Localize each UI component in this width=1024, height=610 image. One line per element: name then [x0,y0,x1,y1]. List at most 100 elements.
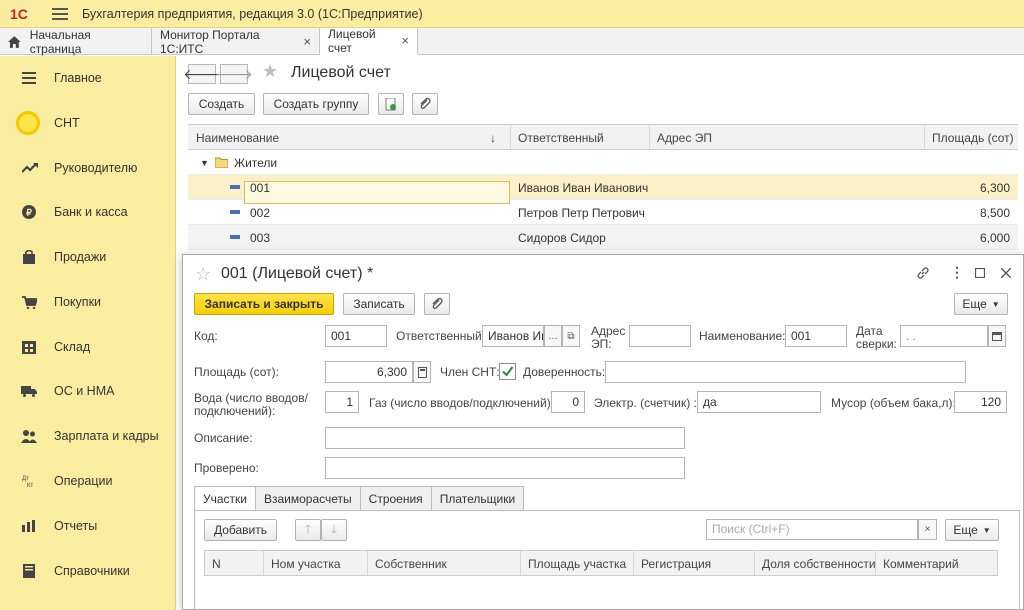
close-icon[interactable] [1001,268,1011,278]
code-field[interactable]: 001 [325,325,387,347]
trash-field[interactable]: 120 [954,391,1007,413]
table-row[interactable]: 002 Петров Петр Петрович 8,500 [188,200,1018,225]
verified-field[interactable] [325,457,685,479]
svg-text:Кт: Кт [27,483,33,488]
sidebar-item-warehouse[interactable]: Склад [0,325,176,369]
gas-field[interactable]: 0 [551,391,585,413]
area-label: Площадь (сот): [194,365,279,379]
sidebar-item-reports[interactable]: Отчеты [0,504,176,548]
table-row[interactable]: 003 Сидоров Сидор 6,000 [188,225,1018,250]
date-field[interactable]: . . [900,325,988,347]
table-row[interactable]: 001 Иванов Иван Иванович 6,300 [188,175,1018,204]
member-label: Член СНТ: [440,365,500,379]
add-button[interactable]: Добавить [204,519,277,541]
sidebar-item-main[interactable]: Главное [0,56,176,100]
sidebar-item-purchases[interactable]: Покупки [0,280,176,324]
water-field[interactable]: 1 [325,391,359,413]
trust-field[interactable] [605,361,966,383]
truck-icon [21,385,37,397]
close-icon[interactable]: × [303,34,311,49]
tab-buildings[interactable]: Строения [359,486,432,510]
sidebar-item-snt[interactable]: СНТ [0,101,176,145]
save-and-close-button[interactable]: Записать и закрыть [194,293,334,315]
sidebar-item-directories[interactable]: Справочники [0,549,176,593]
dropdown-arrow-icon: ▼ [991,299,1000,309]
tab-bar: Начальная страница Монитор Портала 1С:ИТ… [0,27,1024,56]
title-bar: 1С Бухгалтерия предприятия, редакция 3.0… [0,0,1024,28]
sidebar-item-sales[interactable]: Продажи [0,235,176,279]
sidebar-item-label: Операции [54,474,113,488]
sidebar-item-operations[interactable]: Дт Кт Операции [0,459,176,503]
move-down-button[interactable]: 🡓 [321,519,347,541]
row-responsible: Иванов Иван Иванович [518,181,649,195]
column-header-responsible[interactable]: Ответственный [518,131,604,145]
electric-field[interactable]: да [697,391,821,413]
more-button[interactable]: Еще ▼ [954,293,1008,315]
forward-button[interactable]: 🡒 [215,64,253,84]
verified-label: Проверено: [194,461,259,475]
warehouse-icon [22,340,36,354]
tab-its-monitor[interactable]: Монитор Портала 1С:ИТС × [152,27,320,56]
favorite-star-icon[interactable]: ☆ [195,264,211,285]
sidebar-item-label: Склад [54,340,91,354]
attach-button[interactable] [424,293,450,315]
search-clear-icon[interactable]: × [918,519,937,540]
group-row[interactable]: ▼ Жители [188,150,1018,175]
tab-label: Начальная страница [29,27,91,56]
attach-button[interactable] [412,93,438,115]
responsible-select-button[interactable]: … [544,325,562,347]
back-button[interactable]: 🡐 [183,64,221,84]
tab-payers[interactable]: Плательщики [430,486,525,510]
tab-plots[interactable]: Участки [194,486,256,511]
sidebar-item-salary[interactable]: Зарплата и кадры [0,414,176,458]
create-group-button[interactable]: Создать группу [263,93,369,115]
column-header-area[interactable]: Площадь (сот) [932,131,1014,145]
column-header-registration[interactable]: Регистрация [641,557,711,571]
link-icon[interactable] [916,266,930,280]
column-header-ownership-share[interactable]: Доля собственности [762,557,876,571]
column-header-email[interactable]: Адрес ЭП [657,131,712,145]
save-file-button[interactable] [378,93,404,115]
calculator-icon[interactable] [413,361,431,383]
column-header-comment[interactable]: Комментарий [883,557,959,571]
code-label: Код: [194,329,218,343]
snt-circle-icon [16,111,40,135]
favorite-star-icon[interactable]: ★ [262,61,278,82]
column-header-owner[interactable]: Собственник [375,557,447,571]
main-menu-icon[interactable] [52,7,68,20]
tab-account[interactable]: Лицевой счет × [320,27,418,55]
area-field[interactable]: 6,300 [325,361,413,383]
column-header-name[interactable]: Наименование [196,131,279,145]
trend-icon [22,163,38,173]
sidebar-item-manager[interactable]: Руководителю [0,146,176,190]
tab-label: Монитор Портала 1С:ИТС [160,27,260,56]
more-button[interactable]: Еще ▼ [945,519,999,541]
sidebar: Главное СНТ Руководителю ₽ Банк и касса … [0,56,176,610]
close-icon[interactable]: × [401,33,409,48]
create-button[interactable]: Создать [188,93,255,115]
column-header-plot-area[interactable]: Площадь участка [528,557,626,571]
name-field[interactable]: 001 [785,325,847,347]
app-title: Бухгалтерия предприятия, редакция 3.0 (1… [82,6,423,21]
open-link-icon[interactable]: ⧉ [562,325,580,347]
maximize-icon[interactable] [975,268,985,278]
description-field[interactable] [325,427,685,449]
calendar-icon[interactable] [988,325,1006,347]
email-field[interactable] [629,325,691,347]
tab-settlements[interactable]: Взаиморасчеты [255,486,361,510]
move-up-button[interactable]: 🡑 [295,519,321,541]
save-button[interactable]: Записать [343,293,415,315]
member-checkbox[interactable] [499,363,516,380]
sidebar-item-fixed-assets[interactable]: ОС и НМА [0,369,176,413]
more-vertical-icon[interactable]: ⋮ [950,264,964,281]
sort-down-icon[interactable]: ↓ [490,131,496,145]
tab-home[interactable]: Начальная страница [0,27,152,56]
search-placeholder: Поиск (Ctrl+F) [712,522,790,536]
column-header-plot-number[interactable]: Ном участка [271,557,341,571]
expand-triangle-icon[interactable]: ▼ [200,158,209,168]
responsible-field[interactable]: Иванов Ив [482,325,544,347]
sidebar-item-bank[interactable]: ₽ Банк и касса [0,190,176,234]
water-label: Вода (число вводов/подключений): [194,391,308,418]
search-input[interactable]: Поиск (Ctrl+F) [706,519,918,540]
column-header-n[interactable]: N [212,557,221,571]
